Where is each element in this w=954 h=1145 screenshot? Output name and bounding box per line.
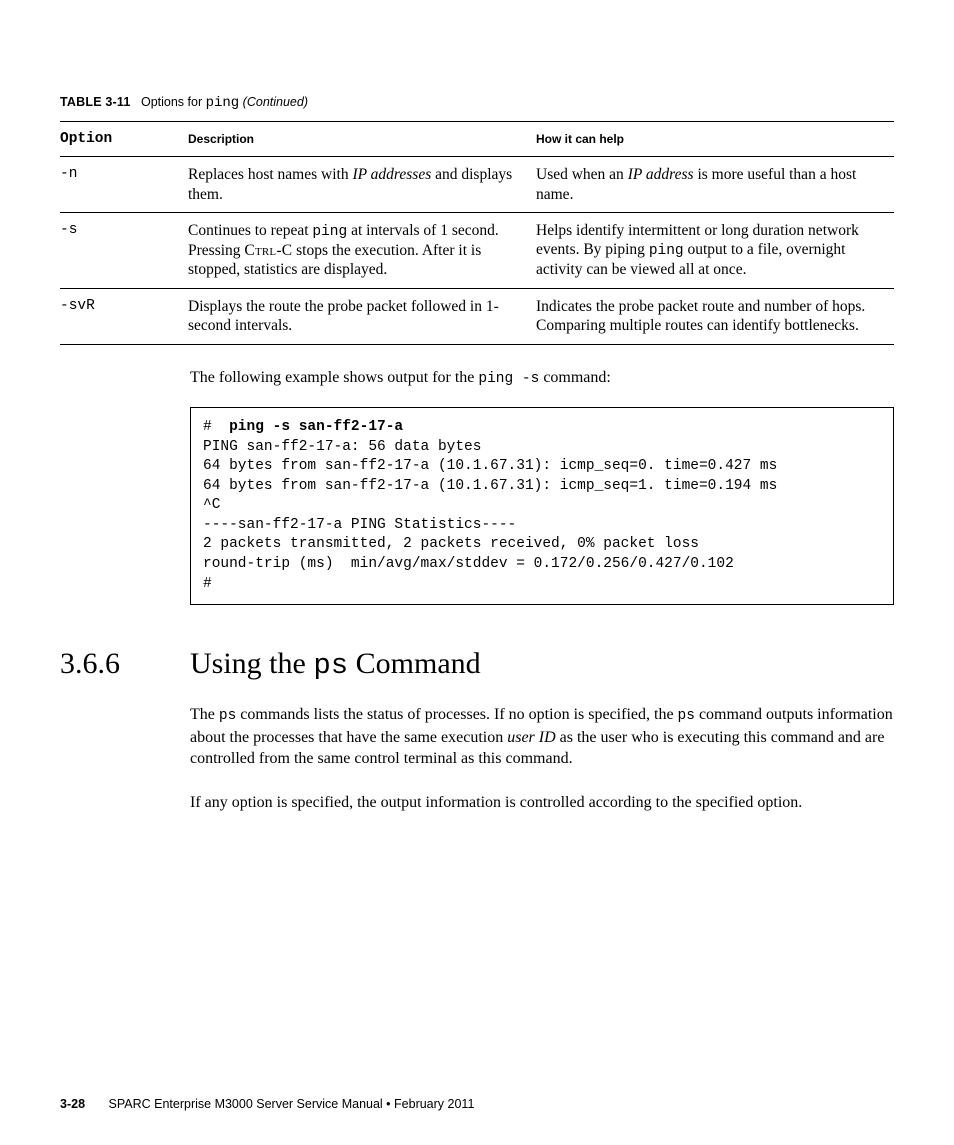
th-description: Description [188,122,536,157]
code-block: # ping -s san-ff2-17-a PING san-ff2-17-a… [190,407,894,605]
cell-option: -n [60,157,188,213]
ps-inline: ps [678,708,695,724]
intro-pre: The following example shows output for t… [190,369,478,386]
cell-option: -s [60,212,188,288]
section-number: 3.6.6 [60,647,190,680]
table-title-pre: Options for [141,95,206,109]
ps-inline: ps [219,708,236,724]
options-table: Option Description How it can help -n Re… [60,121,894,345]
cell-option: -svR [60,288,188,344]
page-footer: 3-28 SPARC Enterprise M3000 Server Servi… [60,1097,894,1111]
th-option: Option [60,122,188,157]
th-help: How it can help [536,122,894,157]
table-row: -svR Displays the route the probe packet… [60,288,894,344]
cell-help: Indicates the probe packet route and num… [536,288,894,344]
table-row: -s Continues to repeat ping at intervals… [60,212,894,288]
table-label: TABLE 3-11 [60,95,131,109]
code-body: PING san-ff2-17-a: 56 data bytes 64 byte… [203,439,777,592]
paragraph-1: The ps commands lists the status of proc… [190,704,894,770]
table-title-mono: ping [206,95,240,111]
section-title-mono: ps [313,649,348,682]
table-caption: TABLE 3-11 Options for ping (Continued) [60,95,894,111]
section-heading: 3.6.6Using the ps Command [60,647,894,682]
user-id-italic: user ID [507,729,555,746]
paragraph-2: If any option is specified, the output i… [190,792,894,814]
cell-description: Replaces host names with IP addresses an… [188,157,536,213]
cell-description: Continues to repeat ping at intervals of… [188,212,536,288]
footer-text: SPARC Enterprise M3000 Server Service Ma… [109,1097,475,1111]
table-row: -n Replaces host names with IP addresses… [60,157,894,213]
section-title-post: Command [348,647,481,680]
code-prompt: # [203,419,229,435]
intro-paragraph: The following example shows output for t… [190,367,894,390]
cell-description: Displays the route the probe packet foll… [188,288,536,344]
intro-post: command: [539,369,611,386]
intro-mono: ping -s [478,371,539,387]
page-number: 3-28 [60,1097,85,1111]
cell-help: Helps identify intermittent or long dura… [536,212,894,288]
code-command: ping -s san-ff2-17-a [229,419,403,435]
cell-help: Used when an IP address is more useful t… [536,157,894,213]
table-title-cont: (Continued) [239,95,308,109]
section-title-pre: Using the [190,647,313,680]
